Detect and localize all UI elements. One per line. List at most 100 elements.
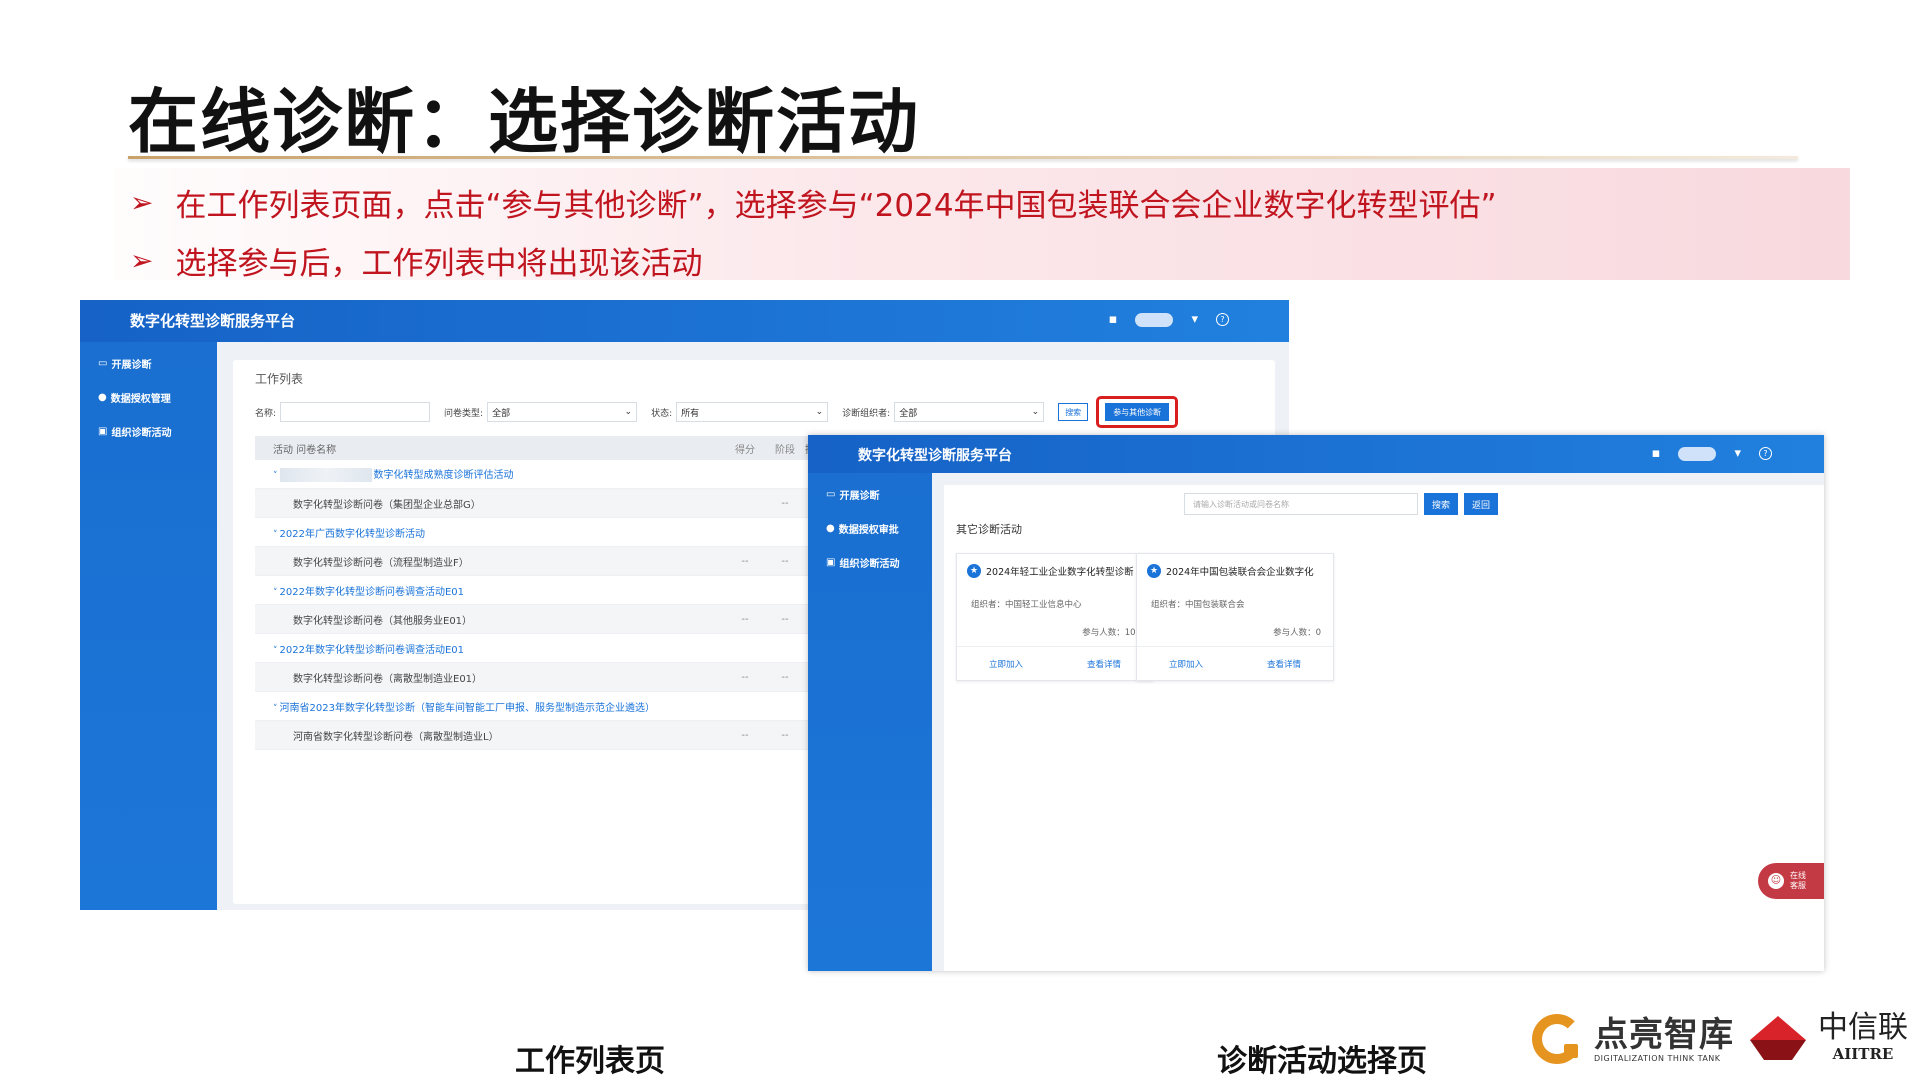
activity-card: ★ 2024年轻工业企业数字化转型诊断 组织者：中国轻工业信息中心 参与人数：10… [956,553,1154,681]
sidebar-item-start-diagnosis[interactable]: ▭ 开展诊断 [826,487,879,502]
bullet-1: ➢ 在工作列表页面，点击“参与其他诊断”，选择参与“2024年中国包装联合会企业… [130,180,1497,225]
aiitre-logo: 中信联 AIITRE [1750,1008,1908,1066]
sidebar-item-data-auth[interactable]: ● 数据授权管理 [98,390,171,405]
sidebar: ▭ 开展诊断 ● 数据授权管理 ▣ 组织诊断活动 [80,342,217,910]
highlight-box: 参与其他诊断 [1096,396,1179,428]
globe-icon: ● [826,523,835,534]
panel-title: 工作列表 [255,372,304,386]
chevron-down-icon: ⌄ [624,407,633,417]
sidebar-item-data-auth[interactable]: ● 数据授权审批 [826,521,899,536]
sidebar-item-label: 数据授权审批 [838,525,899,536]
arrow-bullet-icon: ➢ [130,244,154,277]
activity-panel: 请输入诊断活动或问卷名称 搜索 返回 其它诊断活动 ★ 2024年轻工业企业数字化… [944,485,1824,971]
join-now-link[interactable]: 立即加入 [989,658,1023,670]
section-title: 其它诊断活动 [956,523,1022,536]
think-tank-logo-subtitle: DIGITALIZATION THINK TANK [1594,1053,1721,1063]
bullet-2: ➢ 选择参与后，工作列表中将出现该活动 [130,238,702,283]
name-label: 名称: [255,408,277,419]
search-button[interactable]: 搜索 [1058,403,1089,421]
chevron-down-icon: ˅ [273,587,278,598]
platform-brand: 数字化转型诊断服务平台 [858,448,1012,464]
sidebar-item-organize[interactable]: ▣ 组织诊断活动 [826,555,899,570]
redacted-text [279,468,372,482]
view-details-link[interactable]: 查看详情 [1267,658,1301,670]
card-participant-count: 参与人数：0 [1273,628,1321,638]
filter-bar: 名称: 问卷类型: 全部 ⌄ 状态: 所有 ⌄ 诊断组织者: 全部 ⌄ 搜索 参与其他… [255,396,1179,428]
chevron-down-icon: ˅ [273,471,278,481]
sidebar-item-label: 组织诊断活动 [111,428,172,439]
slide-title: 在线诊断：选择诊断活动 [128,81,920,163]
chevron-down-icon[interactable]: ▾ [1191,312,1198,327]
message-icon[interactable]: ▪ [1652,446,1661,461]
arrow-bullet-icon: ➢ [130,186,154,219]
activity-selection-screenshot: 数字化转型诊断服务平台 ▪ ▾ ? ▭ 开展诊断 ● 数据授权审批 ▣ 组织诊断… [808,435,1824,971]
help-icon[interactable]: ? [1216,313,1229,326]
platform-brand: 数字化转型诊断服务平台 [130,312,296,330]
header-name: 活动 问卷名称 [273,444,337,456]
app-header: 数字化转型诊断服务平台 ▪ ▾ ? [80,300,1289,342]
calendar-icon: ▣ [98,426,108,437]
caption-worklist: 工作列表页 [515,1044,665,1079]
sidebar-item-label: 数据授权管理 [110,394,171,405]
message-icon[interactable]: ▪ [1109,312,1118,327]
app-header: 数字化转型诊断服务平台 ▪ ▾ ? [808,435,1824,473]
chevron-down-icon: ˅ [273,645,278,656]
calendar-icon: ▣ [826,557,836,568]
org-label: 诊断组织者: [842,408,891,419]
star-badge-icon: ★ [1147,564,1161,578]
bullet-1-text: 在工作列表页面，点击“参与其他诊断”，选择参与“2024年中国包装联合会企业数字… [175,188,1497,224]
main-area: 请输入诊断活动或问卷名称 搜索 返回 其它诊断活动 ★ 2024年轻工业企业数字化… [932,473,1824,971]
search-input[interactable]: 请输入诊断活动或问卷名称 [1184,493,1418,515]
status-label: 状态: [651,408,673,419]
chevron-down-icon: ˅ [273,529,278,540]
title-divider [128,156,1798,159]
globe-icon: ● [98,392,107,403]
activity-card: ★ 2024年中国包装联合会企业数字化 组织者：中国包装联合会 参与人数：0 立即… [1136,553,1334,681]
think-tank-logo: 点亮智库 DIGITALIZATION THINK TANK [1530,1010,1734,1068]
card-title: 2024年轻工业企业数字化转型诊断 [986,567,1134,578]
join-now-link[interactable]: 立即加入 [1169,658,1203,670]
sidebar-item-label: 组织诊断活动 [839,559,900,570]
chat-label: 在线 客服 [1790,871,1806,890]
star-badge-icon: ★ [967,564,981,578]
customer-service-icon: ☺ [1768,873,1784,889]
sidebar-item-organize[interactable]: ▣ 组织诊断活动 [98,424,171,439]
header-level: 阶段 [775,444,795,456]
chevron-down-icon[interactable]: ▾ [1734,446,1741,461]
aiitre-logo-mark [1750,1008,1808,1066]
join-other-diagnosis-button[interactable]: 参与其他诊断 [1105,403,1170,421]
card-participant-count: 参与人数：101 [1082,628,1141,638]
header-score: 得分 [735,444,755,456]
card-title: 2024年中国包装联合会企业数字化 [1166,567,1314,578]
search-button[interactable]: 搜索 [1424,493,1459,515]
type-select[interactable]: 全部 ⌄ [487,402,638,422]
bullet-2-text: 选择参与后，工作列表中将出现该活动 [175,246,703,282]
monitor-icon: ▭ [98,358,108,369]
help-icon[interactable]: ? [1759,447,1772,460]
sidebar-item-label: 开展诊断 [839,491,880,502]
think-tank-logo-mark [1530,1010,1588,1068]
aiitre-logo-subtitle: AIITRE [1832,1045,1894,1063]
aiitre-logo-text: 中信联 [1818,1010,1908,1045]
card-organizer: 组织者：中国轻工业信息中心 [971,600,1082,610]
type-label: 问卷类型: [444,408,484,419]
online-service-button[interactable]: ☺ 在线 客服 [1758,863,1824,899]
chevron-down-icon: ⌄ [1031,407,1040,417]
monitor-icon: ▭ [826,489,836,500]
sidebar: ▭ 开展诊断 ● 数据授权审批 ▣ 组织诊断活动 [808,473,932,971]
caption-selection: 诊断活动选择页 [1217,1044,1427,1079]
chevron-down-icon: ⌄ [815,407,824,417]
sidebar-item-start-diagnosis[interactable]: ▭ 开展诊断 [98,356,151,371]
card-organizer: 组织者：中国包装联合会 [1151,600,1245,610]
user-avatar[interactable] [1135,312,1174,327]
user-avatar[interactable] [1678,446,1717,461]
status-select[interactable]: 所有 ⌄ [676,402,829,422]
think-tank-logo-text: 点亮智库 [1594,1014,1734,1055]
chevron-down-icon: ˅ [273,703,278,714]
sidebar-item-label: 开展诊断 [111,360,152,371]
view-details-link[interactable]: 查看详情 [1087,658,1121,670]
search-bar: 请输入诊断活动或问卷名称 搜索 返回 [1184,493,1499,515]
name-input[interactable] [280,402,431,422]
org-select[interactable]: 全部 ⌄ [894,402,1045,422]
back-button[interactable]: 返回 [1464,493,1499,515]
